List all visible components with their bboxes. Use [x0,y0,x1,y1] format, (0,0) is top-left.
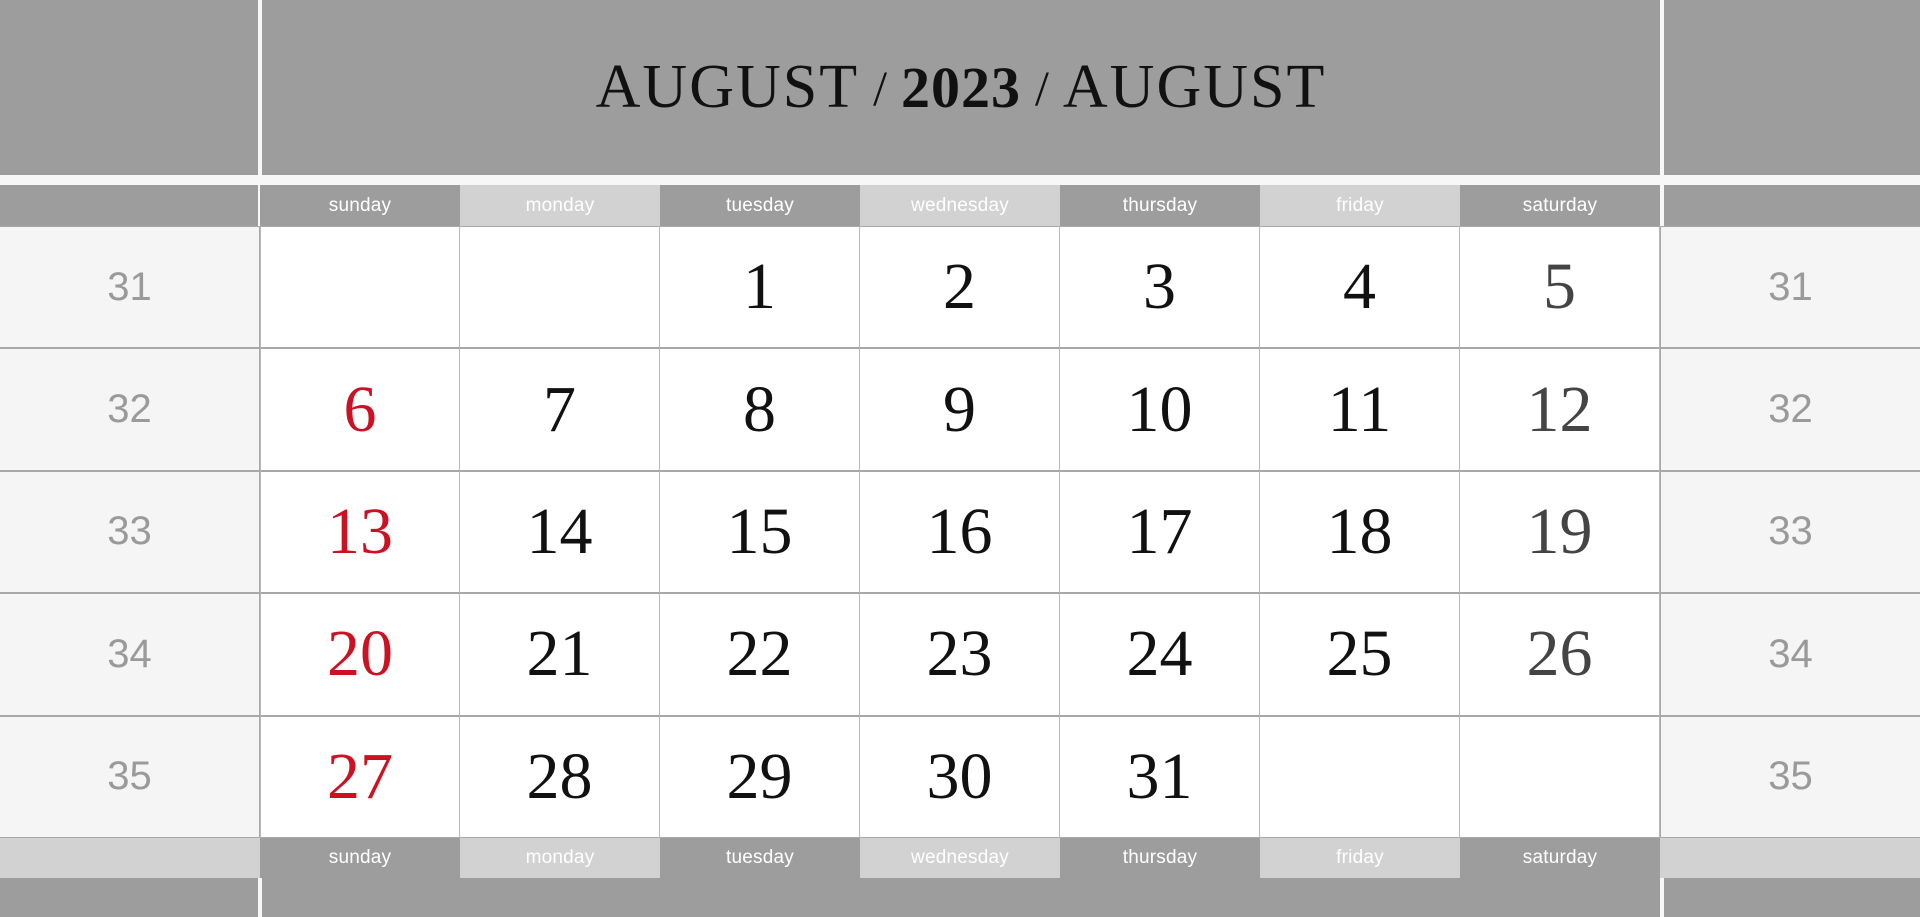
week-number-left: 33 [0,470,260,594]
weekday-header-monday-top: monday [460,185,660,226]
weekday-header-tuesday-bottom: tuesday [660,838,860,878]
weekday-header-row-bottom: sunday monday tuesday wednesday thursday frid… [260,838,1660,878]
day-cell-empty [1460,715,1660,838]
day-cell-empty [260,226,460,349]
day-cell[interactable]: 26 [1460,593,1660,716]
weekday-header-wednesday-top: wednesday [860,185,1060,226]
day-cell[interactable]: 10 [1060,348,1260,471]
weekday-header-sunday-top: sunday [260,185,460,226]
week-number-right: 31 [1660,226,1920,349]
week-row: 31 1 2 3 4 5 31 [0,226,1920,349]
day-cell[interactable]: 19 [1460,470,1660,594]
day-cell[interactable]: 4 [1260,226,1460,349]
weekday-header-monday-bottom: monday [460,838,660,878]
weekday-divider-right [1660,185,1664,226]
footer-band [0,878,1920,917]
day-cell[interactable]: 17 [1060,470,1260,594]
week-number-left: 34 [0,593,260,716]
day-cell[interactable]: 22 [660,593,860,716]
day-cell[interactable]: 11 [1260,348,1460,471]
day-cell[interactable]: 20 [260,593,460,716]
calendar-title: AUGUST / 2023 / AUGUST [262,0,1660,175]
week-row: 34 20 21 22 23 24 25 26 34 [0,593,1920,716]
day-cell[interactable]: 30 [860,715,1060,838]
day-cell[interactable]: 3 [1060,226,1260,349]
day-cell[interactable]: 31 [1060,715,1260,838]
weekday-header-wednesday-bottom: wednesday [860,838,1060,878]
day-cell[interactable]: 14 [460,470,660,594]
weekday-header-tuesday-top: tuesday [660,185,860,226]
day-cell[interactable]: 28 [460,715,660,838]
title-slash-right: / [1035,59,1049,116]
title-divider-right [1660,0,1664,175]
day-cell[interactable]: 2 [860,226,1060,349]
week-row: 33 13 14 15 16 17 18 19 33 [0,470,1920,594]
title-month-left: AUGUST [595,53,860,121]
day-cell[interactable]: 27 [260,715,460,838]
calendar-page: AUGUST / 2023 / AUGUST sunday monday tuesd… [0,0,1920,917]
day-cell[interactable]: 6 [260,348,460,471]
day-cell[interactable]: 23 [860,593,1060,716]
day-cell[interactable]: 18 [1260,470,1460,594]
week-number-right: 35 [1660,715,1920,838]
footer-divider-left [258,878,262,917]
weekday-header-sunday-bottom: sunday [260,838,460,878]
day-cell-empty [460,226,660,349]
weekday-header-saturday-bottom: saturday [1460,838,1660,878]
day-cell[interactable]: 8 [660,348,860,471]
title-gap [0,175,1920,185]
day-cell[interactable]: 24 [1060,593,1260,716]
week-row: 32 6 7 8 9 10 11 12 32 [0,348,1920,471]
weekday-header-saturday-top: saturday [1460,185,1660,226]
week-number-right: 32 [1660,348,1920,471]
day-cell[interactable]: 21 [460,593,660,716]
calendar-grid: 31 1 2 3 4 5 31 32 6 7 8 9 10 11 12 32 33 13 14 15 16 17 18 19 3… [0,226,1920,838]
week-number-right: 34 [1660,593,1920,716]
weekday-header-thursday-top: thursday [1060,185,1260,226]
day-cell[interactable]: 16 [860,470,1060,594]
weekday-header-friday-bottom: friday [1260,838,1460,878]
day-cell[interactable]: 5 [1460,226,1660,349]
week-number-left: 32 [0,348,260,471]
weekday-header-row-top: sunday monday tuesday wednesday thursday frid… [260,185,1660,226]
title-year: 2023 [901,55,1021,120]
day-cell[interactable]: 7 [460,348,660,471]
week-number-left: 31 [0,226,260,349]
day-cell[interactable]: 9 [860,348,1060,471]
day-cell[interactable]: 25 [1260,593,1460,716]
day-cell[interactable]: 29 [660,715,860,838]
day-cell-empty [1260,715,1460,838]
weekday-header-thursday-bottom: thursday [1060,838,1260,878]
weekday-header-friday-top: friday [1260,185,1460,226]
title-slash-left: / [873,59,887,116]
day-cell[interactable]: 13 [260,470,460,594]
week-number-right: 33 [1660,470,1920,594]
day-cell[interactable]: 15 [660,470,860,594]
day-cell[interactable]: 1 [660,226,860,349]
day-cell[interactable]: 12 [1460,348,1660,471]
title-month-right: AUGUST [1062,53,1327,121]
week-row: 35 27 28 29 30 31 35 [0,715,1920,838]
footer-divider-right [1660,878,1664,917]
week-number-left: 35 [0,715,260,838]
